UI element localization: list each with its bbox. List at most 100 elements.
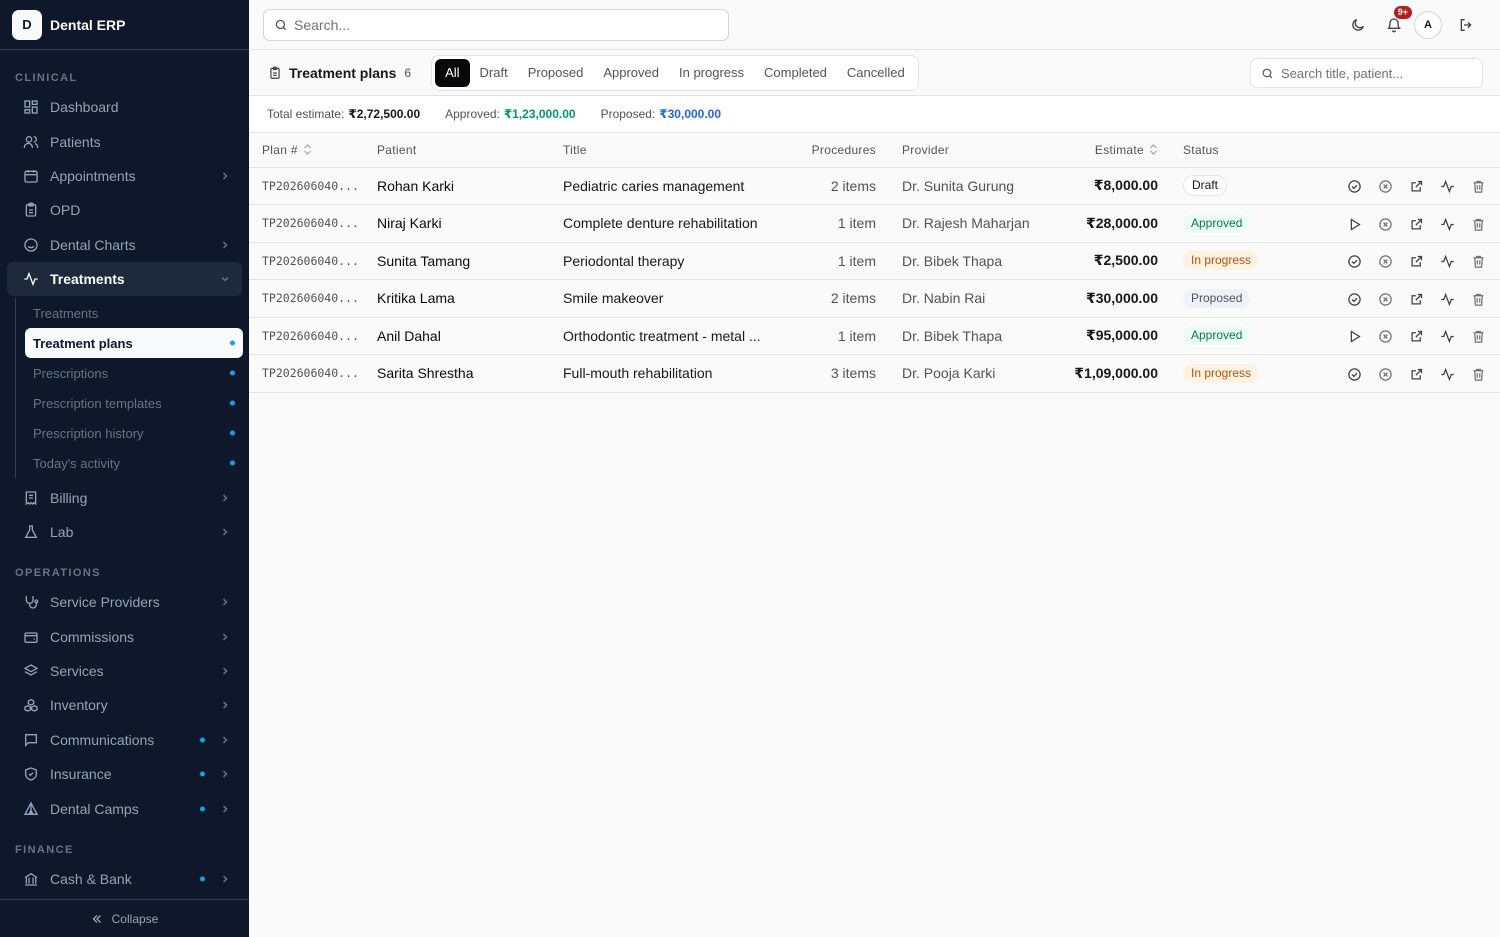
search-icon xyxy=(1261,67,1274,80)
cell-patient[interactable]: Sarita Shrestha xyxy=(369,355,555,393)
cancel-plan-icon[interactable] xyxy=(1378,329,1393,344)
sidebar-item-dental-charts[interactable]: Dental Charts xyxy=(7,228,242,262)
theme-toggle-button[interactable] xyxy=(1342,9,1374,41)
tab-proposed[interactable]: Proposed xyxy=(518,59,594,87)
subnav-item-prescription-history[interactable]: Prescription history xyxy=(25,418,243,448)
cancel-plan-icon[interactable] xyxy=(1378,367,1393,382)
cell-title: Orthodontic treatment - metal ... xyxy=(563,327,761,344)
cell-plan-number[interactable]: TP202606040... xyxy=(249,317,369,355)
delete-icon[interactable] xyxy=(1471,254,1486,269)
table-row[interactable]: TP202606040... Niraj Karki Complete dentur… xyxy=(249,205,1500,243)
start-treatment-icon[interactable] xyxy=(1347,217,1362,232)
cancel-plan-icon[interactable] xyxy=(1378,292,1393,307)
cell-patient[interactable]: Niraj Karki xyxy=(369,205,555,243)
tab-approved[interactable]: Approved xyxy=(593,59,669,87)
avatar[interactable]: A xyxy=(1414,11,1442,39)
cancel-plan-icon[interactable] xyxy=(1378,217,1393,232)
table-row[interactable]: TP202606040... Kritika Lama Smile makeover… xyxy=(249,280,1500,318)
sidebar-item-communications[interactable]: Communications xyxy=(7,723,242,757)
tab-cancelled[interactable]: Cancelled xyxy=(837,59,915,87)
subnav-item-treatment-plans[interactable]: Treatment plans xyxy=(25,328,243,359)
sidebar-item-lab[interactable]: Lab xyxy=(7,515,242,549)
plans-search-input[interactable] xyxy=(1281,65,1472,81)
column-header-plan[interactable]: Plan # xyxy=(249,133,369,167)
open-external-icon[interactable] xyxy=(1409,329,1424,344)
subnav-item-treatments[interactable]: Treatments xyxy=(25,298,243,328)
open-external-icon[interactable] xyxy=(1409,179,1424,194)
logout-button[interactable] xyxy=(1450,9,1482,41)
sidebar-item-cash-bank[interactable]: Cash & Bank xyxy=(7,862,242,896)
cell-patient[interactable]: Sunita Tamang xyxy=(369,242,555,280)
open-external-icon[interactable] xyxy=(1409,254,1424,269)
activity-icon[interactable] xyxy=(1440,367,1455,382)
sidebar-item-appointments[interactable]: Appointments xyxy=(7,159,242,193)
open-external-icon[interactable] xyxy=(1409,292,1424,307)
smile-icon xyxy=(23,237,39,253)
cell-title: Full-mouth rehabilitation xyxy=(563,365,713,382)
new-indicator-dot xyxy=(230,340,235,346)
cancel-plan-icon[interactable] xyxy=(1378,254,1393,269)
tab-completed[interactable]: Completed xyxy=(754,59,837,87)
approve-icon[interactable] xyxy=(1347,292,1362,307)
tab-draft[interactable]: Draft xyxy=(470,59,518,87)
approve-icon[interactable] xyxy=(1347,254,1362,269)
sidebar-item-commissions[interactable]: Commissions xyxy=(7,620,242,654)
global-search-input[interactable] xyxy=(294,17,718,33)
sidebar-item-billing[interactable]: Billing xyxy=(7,480,242,514)
cell-plan-number[interactable]: TP202606040... xyxy=(249,242,369,280)
cancel-plan-icon[interactable] xyxy=(1378,179,1393,194)
total-estimate-value: ₹2,72,500.00 xyxy=(348,107,421,121)
subnav-item-todays-activity[interactable]: Today's activity xyxy=(25,448,243,478)
cell-patient[interactable]: Rohan Karki xyxy=(369,167,555,205)
table-row[interactable]: TP202606040... Sarita Shrestha Full-mouth … xyxy=(249,355,1500,393)
chevrons-left-icon xyxy=(91,913,103,925)
table-row[interactable]: TP202606040... Rohan Karki Pediatric carie… xyxy=(249,167,1500,205)
sidebar-item-insurance[interactable]: Insurance xyxy=(7,757,242,791)
activity-icon[interactable] xyxy=(1440,254,1455,269)
open-external-icon[interactable] xyxy=(1409,217,1424,232)
sidebar-item-patients[interactable]: Patients xyxy=(7,124,242,158)
tab-in-progress[interactable]: In progress xyxy=(669,59,754,87)
brand[interactable]: D Dental ERP xyxy=(0,0,249,50)
delete-icon[interactable] xyxy=(1471,329,1486,344)
sidebar-item-dental-camps[interactable]: Dental Camps xyxy=(7,791,242,825)
subnav-item-prescription-templates[interactable]: Prescription templates xyxy=(25,388,243,418)
cell-plan-number[interactable]: TP202606040... xyxy=(249,205,369,243)
delete-icon[interactable] xyxy=(1471,217,1486,232)
sidebar-item-opd[interactable]: OPD xyxy=(7,193,242,227)
cell-plan-number[interactable]: TP202606040... xyxy=(249,355,369,393)
table-row[interactable]: TP202606040... Anil Dahal Orthodontic trea… xyxy=(249,317,1500,355)
activity-icon[interactable] xyxy=(1440,329,1455,344)
start-treatment-icon[interactable] xyxy=(1347,329,1362,344)
delete-icon[interactable] xyxy=(1471,367,1486,382)
cell-patient[interactable]: Kritika Lama xyxy=(369,280,555,318)
sidebar-item-inventory[interactable]: Inventory xyxy=(7,688,242,722)
collapse-label: Collapse xyxy=(111,911,159,926)
cell-plan-number[interactable]: TP202606040... xyxy=(249,167,369,205)
collapse-button[interactable]: Collapse xyxy=(0,899,249,937)
subnav-item-prescriptions[interactable]: Prescriptions xyxy=(25,358,243,388)
cell-plan-number[interactable]: TP202606040... xyxy=(249,280,369,318)
plans-search[interactable] xyxy=(1250,58,1483,88)
global-search[interactable] xyxy=(263,9,729,41)
sidebar-item-dashboard[interactable]: Dashboard xyxy=(7,90,242,124)
approve-icon[interactable] xyxy=(1347,367,1362,382)
table-header-row: Plan # Patient Title Procedures Provider… xyxy=(249,133,1500,167)
notifications-button[interactable]: 9+ xyxy=(1378,6,1412,41)
sidebar-item-services[interactable]: Services xyxy=(7,654,242,688)
delete-icon[interactable] xyxy=(1471,179,1486,194)
tab-all[interactable]: All xyxy=(435,58,470,87)
activity-icon[interactable] xyxy=(1440,292,1455,307)
activity-icon[interactable] xyxy=(1440,179,1455,194)
table-row[interactable]: TP202606040... Sunita Tamang Periodontal t… xyxy=(249,242,1500,280)
column-header-estimate[interactable]: Estimate xyxy=(1046,133,1166,167)
open-external-icon[interactable] xyxy=(1409,367,1424,382)
cell-patient[interactable]: Anil Dahal xyxy=(369,317,555,355)
section-label-clinical: CLINICAL xyxy=(15,72,78,84)
sidebar-item-treatments[interactable]: Treatments xyxy=(7,261,242,297)
record-count: 6 xyxy=(404,65,412,80)
approve-icon[interactable] xyxy=(1347,179,1362,194)
activity-icon[interactable] xyxy=(1440,217,1455,232)
sidebar-item-service-providers[interactable]: Service Providers xyxy=(7,585,242,619)
delete-icon[interactable] xyxy=(1471,292,1486,307)
